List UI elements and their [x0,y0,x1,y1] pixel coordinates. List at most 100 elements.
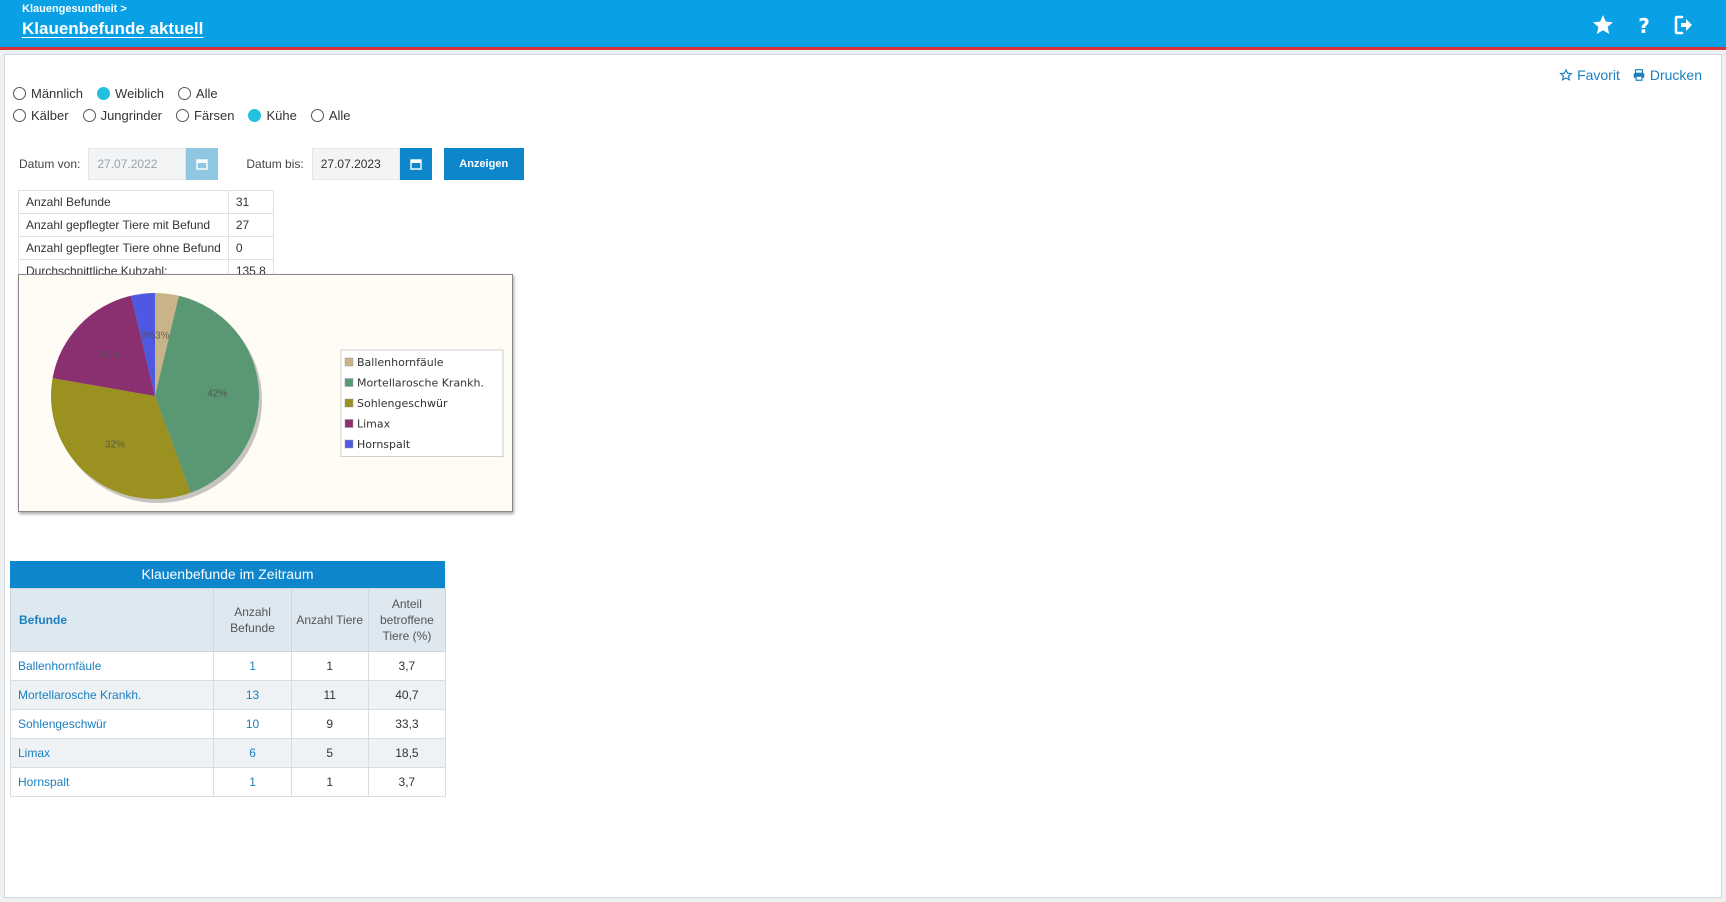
favorite-label: Favorit [1577,67,1620,83]
finding-count-link[interactable]: 10 [213,709,292,739]
pie-chart: 3% 42% 32% 19% 3% Ballenhornfäule Mortellarosc… [18,274,513,512]
slice-label: 19% [100,350,120,361]
col-anzahl-befunde[interactable]: Anzahl Befunde [213,588,292,652]
col-anzahl-tiere[interactable]: Anzahl Tiere [290,588,369,652]
finding-share: 18,5 [367,738,447,768]
printer-icon [1633,69,1645,81]
finding-count-link[interactable]: 6 [213,738,292,768]
top-bar: Klauengesundheit > Klauenbefunde aktuell… [0,0,1726,50]
findings-table-title: Klauenbefunde im Zeitraum [10,561,445,588]
radio-kaelber[interactable]: Kälber [13,108,69,123]
finding-animals: 11 [290,680,369,710]
date-from-label: Datum von: [19,157,81,171]
slice-label: 32% [105,439,125,450]
finding-share: 40,7 [367,680,447,710]
svg-text:?: ? [1638,14,1650,37]
date-to-label: Datum bis: [246,157,304,171]
star-icon[interactable] [1591,13,1615,37]
table-row: Limax 6 5 18,5 [9,738,447,768]
radio-dot [310,109,324,122]
legend-swatch [344,398,354,408]
radio-jungrinder[interactable]: Jungrinder [82,108,163,123]
radio-alle-sex[interactable]: Alle [177,86,218,101]
finding-animals: 5 [290,738,369,768]
finding-name-link[interactable]: Limax [9,738,215,768]
show-button[interactable]: Anzeigen [443,148,524,180]
content-panel: Favorit Drucken Männlich Weiblich Alle K… [4,54,1722,898]
logout-icon[interactable] [1672,13,1696,37]
radio-label: Jungrinder [100,108,163,123]
radio-dot [82,109,96,122]
summary-value: 0 [227,236,274,260]
page-title[interactable]: Klauenbefunde aktuell [22,19,203,39]
table-row: Ballenhornfäule 1 1 3,7 [9,651,447,681]
slice-label: 3% [155,331,170,342]
breadcrumb[interactable]: Klauengesundheit > [22,3,127,15]
print-label: Drucken [1649,67,1702,83]
finding-animals: 1 [290,767,369,797]
summary-label: Anzahl Befunde [18,190,229,214]
legend-label: Ballenhornfäule [357,356,444,369]
radio-label: Weiblich [115,86,164,101]
legend-label: Limax [357,418,391,431]
col-befunde[interactable]: Befunde [9,588,215,652]
radio-weiblich[interactable]: Weiblich [97,86,164,101]
radio-dot [248,109,262,122]
legend-label: Mortellarosche Krankh. [357,377,484,390]
pie-chart-canvas: 3% 42% 32% 19% 3% Ballenhornfäule Mortellarosc… [50,293,504,503]
radio-faersen[interactable]: Färsen [176,108,234,123]
slice-label: 42% [207,388,227,399]
legend-swatch [344,419,354,428]
finding-name-link[interactable]: Ballenhornfäule [9,651,215,681]
date-range: Datum von: 27.07.2022 Datum bis: 27.07.2… [19,148,524,180]
radio-label: Kälber [31,108,69,123]
summary-value: 27 [227,213,274,237]
finding-name-link[interactable]: Hornspalt [9,767,215,797]
findings-header-row: Befunde Anzahl Befunde Anzahl Tiere Ante… [9,588,447,652]
slice-label: 3% [141,331,156,342]
radio-dot [13,109,26,122]
calendar-icon [196,159,209,170]
finding-count-link[interactable]: 1 [213,651,292,681]
finding-count-link[interactable]: 13 [213,680,292,710]
radio-alle-category[interactable]: Alle [310,108,351,123]
help-icon[interactable]: ? [1632,13,1656,37]
summary-row: Anzahl gepflegter Tiere ohne Befund 0 [18,236,274,260]
top-actions: Favorit Drucken [1559,67,1702,83]
legend-swatch [344,378,354,387]
legend-label: Hornspalt [357,438,411,451]
summary-table: Anzahl Befunde 31 Anzahl gepflegter Tiere… [18,190,274,283]
radio-kuehe[interactable]: Kühe [248,108,297,123]
finding-count-link[interactable]: 1 [213,767,292,797]
legend-swatch [344,439,354,449]
radio-label: Alle [195,86,218,101]
finding-name-link[interactable]: Mortellarosche Krankh. [9,680,215,710]
radio-label: Färsen [194,108,235,123]
date-from-calendar-button[interactable] [186,148,219,180]
summary-row: Anzahl gepflegter Tiere mit Befund 27 [18,213,274,237]
print-link[interactable]: Drucken [1632,67,1702,83]
radio-label: Kühe [266,108,297,123]
favorite-link[interactable]: Favorit [1559,67,1620,83]
table-row: Hornspalt 1 1 3,7 [9,767,447,797]
legend-label: Sohlengeschwür [357,397,448,410]
summary-label: Anzahl gepflegter Tiere ohne Befund [18,236,229,260]
category-filter: Kälber Jungrinder Färsen Kühe Alle [13,108,365,123]
table-row: Sohlengeschwür 10 9 33,3 [9,709,447,739]
radio-maennlich[interactable]: Männlich [13,86,83,101]
summary-row: Anzahl Befunde 31 [18,190,274,214]
date-to-calendar-button[interactable] [399,148,432,180]
findings-table: Befunde Anzahl Befunde Anzahl Tiere Ante… [9,588,447,797]
finding-animals: 9 [290,709,369,739]
col-anteil[interactable]: Anteil betroffene Tiere (%) [367,588,447,652]
radio-label: Alle [328,108,351,123]
radio-label: Männlich [31,86,84,101]
radio-dot [177,87,191,100]
finding-share: 3,7 [367,651,447,681]
calendar-icon [410,159,422,170]
date-from-input[interactable]: 27.07.2022 [88,148,187,180]
summary-value: 31 [227,190,274,214]
date-to-input[interactable]: 27.07.2023 [311,148,400,180]
radio-dot [176,109,190,122]
finding-name-link[interactable]: Sohlengeschwür [9,709,215,739]
